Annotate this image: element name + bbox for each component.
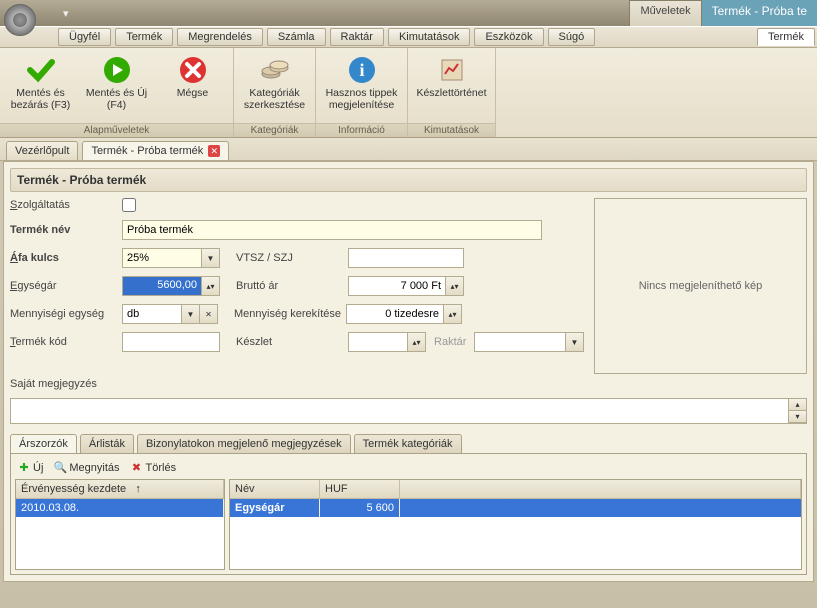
label-keszlet: Készlet [236,336,348,348]
menu-kimutatasok[interactable]: Kimutatások [388,28,471,46]
spinner-icon[interactable]: ▴▾ [446,276,464,296]
label-raktar: Raktár [434,336,474,348]
menu-termek-active[interactable]: Termék [757,28,815,46]
tab-vezerlopult[interactable]: Vezérlőpult [6,141,78,160]
warehouse-select[interactable] [474,332,566,352]
save-new-button[interactable]: Mentés és Új (F4) [79,51,155,114]
check-icon [25,54,57,86]
code-input[interactable] [122,332,220,352]
memo-up-icon[interactable]: ▴ [788,399,806,411]
chart-icon [436,54,468,86]
history-button[interactable]: Készlettörténet [410,51,494,103]
new-button[interactable]: ✚Új [17,461,43,474]
spinner-icon[interactable]: ▴▾ [444,304,462,324]
svg-text:i: i [359,60,364,80]
label-termeknev: Termék név [10,224,122,236]
menu-szamla[interactable]: Számla [267,28,326,46]
save-new-label: Mentés és Új (F4) [82,88,152,111]
row-validity[interactable]: 2010.03.08. [16,499,224,517]
vtsz-input[interactable] [348,248,464,268]
rounding-input[interactable] [346,304,444,324]
context-tab-ops[interactable]: Műveletek [629,0,701,26]
ribbon-group-info: Információ [316,123,407,137]
x-icon [177,54,209,86]
spinner-icon[interactable]: ▴▾ [408,332,426,352]
cancel-label: Mégse [177,88,209,100]
categories-edit-button[interactable]: Kategóriák szerkesztése [237,51,313,114]
chevron-down-icon[interactable]: ▼ [182,304,200,324]
categories-label: Kategóriák szerkesztése [240,88,310,111]
tips-button[interactable]: i Hasznos tippek megjelenítése [318,51,406,114]
label-termekkod: Termék kód [10,336,122,348]
label-szolgaltatas: Szolgáltatás [10,199,122,211]
label-brutto: Bruttó ár [236,280,348,292]
validity-grid[interactable]: Érvényesség kezdete ↑ 2010.03.08. [15,479,225,570]
chevron-down-icon[interactable]: ▼ [566,332,584,352]
tab-label: Termék - Próba termék [91,145,203,157]
label-vtsz: VTSZ / SZJ [236,252,348,264]
form-title: Termék - Próba termék [10,168,807,192]
unitprice-input[interactable]: 5600,00 [122,276,202,296]
x-icon: ✖ [130,461,144,474]
coins-icon [259,54,291,86]
product-name-input[interactable] [122,220,542,240]
info-icon: i [346,54,378,86]
label-megjegyzes: Saját megjegyzés [10,378,122,390]
tab-bizonylat[interactable]: Bizonylatokon megjelenő megjegyzések [137,434,351,453]
menu-sugo[interactable]: Súgó [548,28,596,46]
image-placeholder: Nincs megjeleníthető kép [594,198,807,374]
ribbon-group-kim: Kimutatások [408,123,495,137]
tab-arlistak[interactable]: Árlisták [80,434,134,453]
tab-label: Vezérlőpult [15,145,69,157]
memo-down-icon[interactable]: ▾ [788,411,806,423]
menu-megrendeles[interactable]: Megrendelés [177,28,263,46]
cell-huf[interactable]: 5 600 [320,499,400,517]
service-checkbox[interactable] [122,198,136,212]
ribbon-group-kat: Kategóriák [234,123,315,137]
save-close-button[interactable]: Mentés és bezárás (F3) [3,51,79,114]
price-grid[interactable]: Név HUF Egységár 5 600 [229,479,802,570]
label-afakulcs: Áfa kulcs [10,252,122,264]
label-egysegar: Egységár [10,280,122,292]
col-validity[interactable]: Érvényesség kezdete ↑ [16,480,224,498]
menu-eszkozok[interactable]: Eszközök [474,28,543,46]
grossprice-input[interactable] [348,276,446,296]
cell-nev[interactable]: Egységár [230,499,320,517]
tab-termek-proba[interactable]: Termék - Próba termék ✕ [82,141,229,160]
close-icon[interactable]: ✕ [208,145,220,157]
save-close-label: Mentés és bezárás (F3) [6,88,76,111]
label-mennyisegi: Mennyiségi egység [10,308,122,320]
col-nev[interactable]: Név [230,480,320,498]
ribbon-group-alap: Alapműveletek [0,123,233,137]
tab-arszorzok[interactable]: Árszorzók [10,434,77,453]
memo-input[interactable] [11,399,788,423]
clear-icon[interactable]: ✕ [200,304,218,324]
play-icon [101,54,133,86]
qat-dropdown[interactable]: ▾ [55,7,77,20]
history-label: Készlettörténet [416,88,486,100]
stock-input[interactable] [348,332,408,352]
chevron-down-icon[interactable]: ▼ [202,248,220,268]
menu-termek[interactable]: Termék [115,28,173,46]
plus-icon: ✚ [17,461,31,474]
spinner-icon[interactable]: ▴▾ [202,276,220,296]
vat-select[interactable] [122,248,202,268]
menu-ugyfel[interactable]: Ügyfél [58,28,111,46]
app-menu-gear[interactable] [4,4,36,36]
col-huf[interactable]: HUF [320,480,400,498]
delete-button[interactable]: ✖Törlés [130,461,177,474]
label-kerekites: Mennyiség kerekítése [234,308,346,320]
tab-kategoriak[interactable]: Termék kategóriák [354,434,462,453]
menu-raktar[interactable]: Raktár [330,28,384,46]
open-button[interactable]: 🔍Megnyitás [53,461,119,474]
magnify-icon: 🔍 [53,461,67,474]
window-title: Termék - Próba te [702,0,817,26]
tips-label: Hasznos tippek megjelenítése [321,88,403,111]
cancel-button[interactable]: Mégse [155,51,231,114]
unit-select[interactable] [122,304,182,324]
